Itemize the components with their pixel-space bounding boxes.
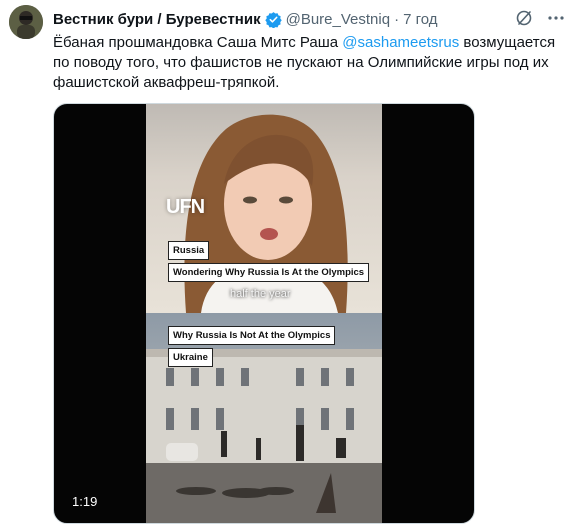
author-handle[interactable]: @Bure_Vestniq bbox=[286, 11, 390, 28]
video-player[interactable]: UFN Russia Wondering Why Russia Is At th… bbox=[53, 103, 475, 524]
video-subtitle: half the year bbox=[230, 288, 291, 300]
mention-link[interactable]: @sashameetsrus bbox=[342, 34, 459, 51]
label-question-bottom: Why Russia Is Not At the Olympics bbox=[168, 326, 336, 345]
author-name[interactable]: Вестник бури / Буревестник bbox=[53, 11, 261, 28]
label-country-top: Russia bbox=[168, 241, 210, 260]
separator-dot: · bbox=[394, 10, 400, 28]
verified-badge-icon bbox=[264, 11, 282, 28]
tweet-time[interactable]: 7 год bbox=[403, 11, 437, 28]
avatar[interactable] bbox=[9, 5, 43, 39]
video-duration: 1:19 bbox=[72, 494, 98, 509]
tweet: Вестник бури / Буревестник @Bure_Vestniq… bbox=[0, 0, 575, 530]
watermark-logo: UFN bbox=[166, 196, 205, 218]
more-icon[interactable] bbox=[547, 9, 565, 27]
label-country-bottom: Ukraine bbox=[168, 348, 213, 367]
tweet-header: Вестник бури / Буревестник @Bure_Vestniq… bbox=[53, 9, 565, 29]
header-actions bbox=[515, 9, 565, 27]
grok-icon[interactable] bbox=[515, 9, 533, 27]
video-frame: UFN Russia Wondering Why Russia Is At th… bbox=[146, 104, 382, 523]
tweet-text-before: Ёбаная прошмандовка Саша Митс Раша bbox=[53, 34, 343, 51]
tweet-text: Ёбаная прошмандовка Саша Митс Раша @sash… bbox=[53, 33, 565, 93]
label-question-top: Wondering Why Russia Is At the Olympics bbox=[168, 263, 370, 282]
